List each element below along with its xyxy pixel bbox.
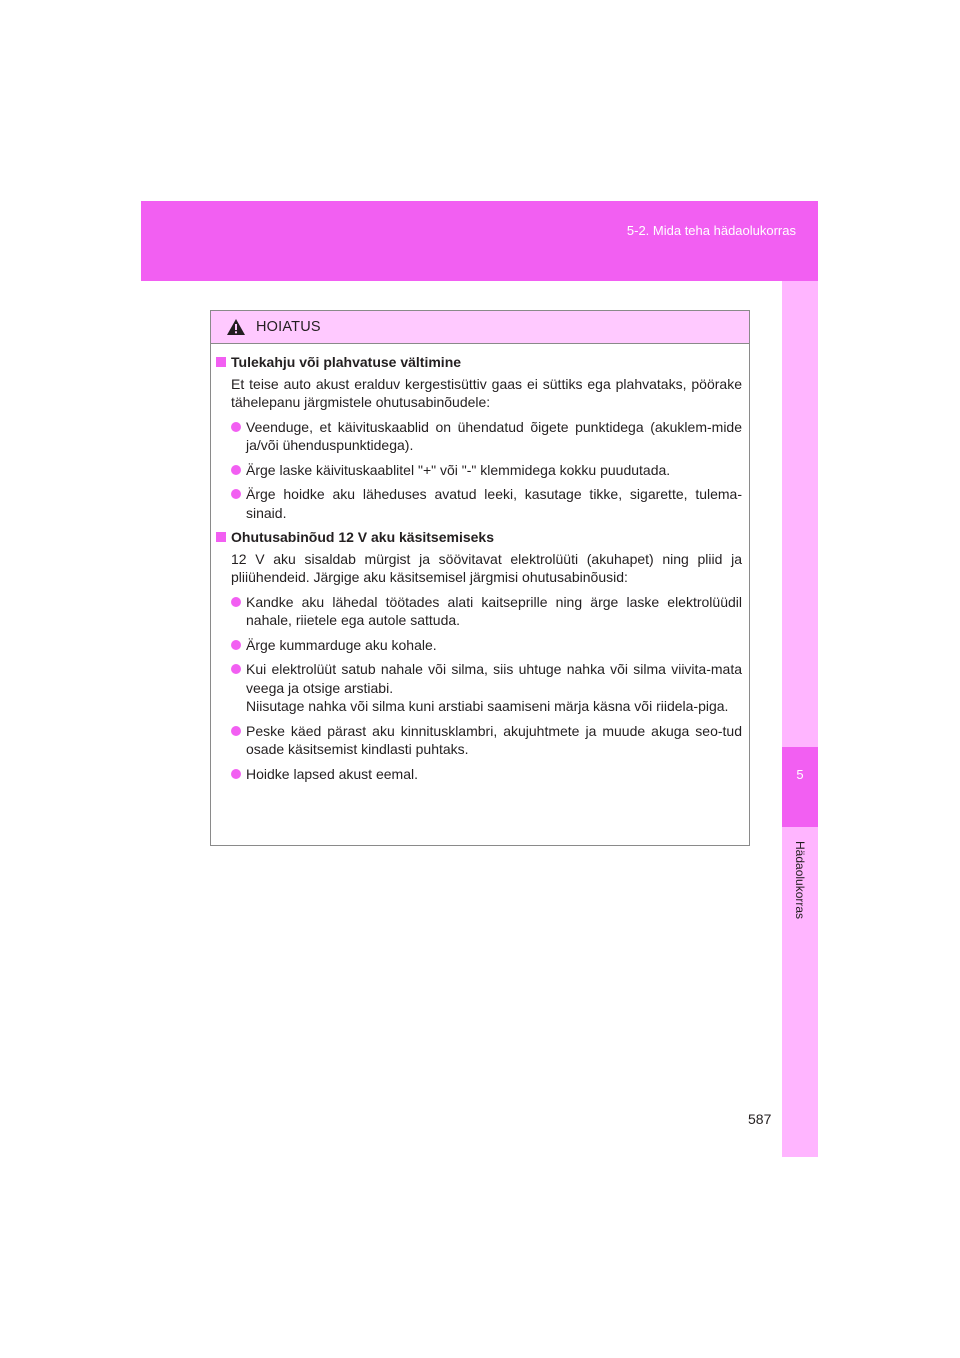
section-heading-text: Tulekahju või plahvatuse vältimine — [231, 354, 462, 370]
bullet-item: Kandke aku lähedal töötades alati kaitse… — [216, 593, 742, 630]
square-bullet-icon — [216, 357, 226, 367]
bullet-text: Veenduge, et käivituskaablid on ühendatu… — [246, 418, 742, 454]
bullet-item: Ärge laske käivituskaablitel "+" või "-"… — [216, 461, 742, 480]
round-bullet-icon — [231, 489, 241, 499]
warning-box: HOIATUS Tulekahju või plahvatuse vältimi… — [210, 310, 750, 846]
warning-header: HOIATUS — [211, 311, 749, 344]
bullet-text: Ärge hoidke aku läheduses avatud leeki, … — [246, 486, 742, 521]
section-heading: Tulekahju või plahvatuse vältimine — [216, 353, 742, 372]
chapter-title: Hädaolukorras — [793, 841, 807, 920]
bullet-item: Peske käed pärast aku kinnitusklambri, a… — [216, 722, 742, 759]
section-heading: Ohutusabinõud 12 V aku käsitsemiseks — [216, 528, 742, 547]
warning-body: Tulekahju või plahvatuse vältimine Et tei… — [211, 344, 749, 783]
page-number: 587 — [748, 1111, 772, 1127]
round-bullet-icon — [231, 768, 241, 779]
warning-triangle-icon — [227, 319, 245, 335]
section-heading-text: Ohutusabinõud 12 V aku käsitsemiseks — [231, 529, 494, 545]
round-bullet-icon — [231, 596, 241, 607]
chapter-number: 5 — [796, 767, 804, 782]
bullet-text: Ärge laske käivituskaablitel "+" või "-"… — [246, 461, 671, 478]
round-bullet-icon — [231, 639, 241, 650]
header-band: 5-2. Mida teha hädaolukorras — [141, 201, 818, 281]
chapter-title-container: Hädaolukorras — [782, 841, 818, 1001]
warning-title: HOIATUS — [256, 319, 321, 335]
section-intro: 12 V aku sisaldab mürgist ja söövitavat … — [231, 550, 742, 586]
chapter-side-tab: 5 Hädaolukorras — [782, 281, 818, 1157]
section-intro: Et teise auto akust eralduv kergestisütt… — [231, 375, 742, 411]
bullet-item: Kui elektrolüüt satub nahale või silma, … — [216, 660, 742, 716]
bullet-item: Ärge hoidke aku läheduses avatud leeki, … — [216, 485, 742, 522]
section-title: 5-2. Mida teha hädaolukorras — [626, 223, 796, 238]
square-bullet-icon — [216, 532, 226, 542]
round-bullet-icon — [231, 725, 241, 736]
bullet-item: Ärge kummarduge aku kohale. — [216, 636, 742, 655]
bullet-item: Veenduge, et käivituskaablid on ühendatu… — [216, 418, 742, 455]
bullet-text: Hoidke lapsed akust eemal. — [246, 765, 418, 782]
bullet-item: Hoidke lapsed akust eemal. — [216, 765, 742, 784]
round-bullet-icon — [231, 421, 241, 432]
bullet-text: Ärge kummarduge aku kohale. — [246, 636, 437, 653]
bullet-text: Peske käed pärast aku kinnitusklambri, a… — [246, 722, 742, 758]
chapter-number-block: 5 — [782, 747, 818, 827]
bullet-text: Kui elektrolüüt satub nahale või silma, … — [246, 661, 742, 714]
round-bullet-icon — [231, 664, 241, 674]
bullet-text: Kandke aku lähedal töötades alati kaitse… — [246, 593, 742, 629]
round-bullet-icon — [231, 464, 241, 475]
